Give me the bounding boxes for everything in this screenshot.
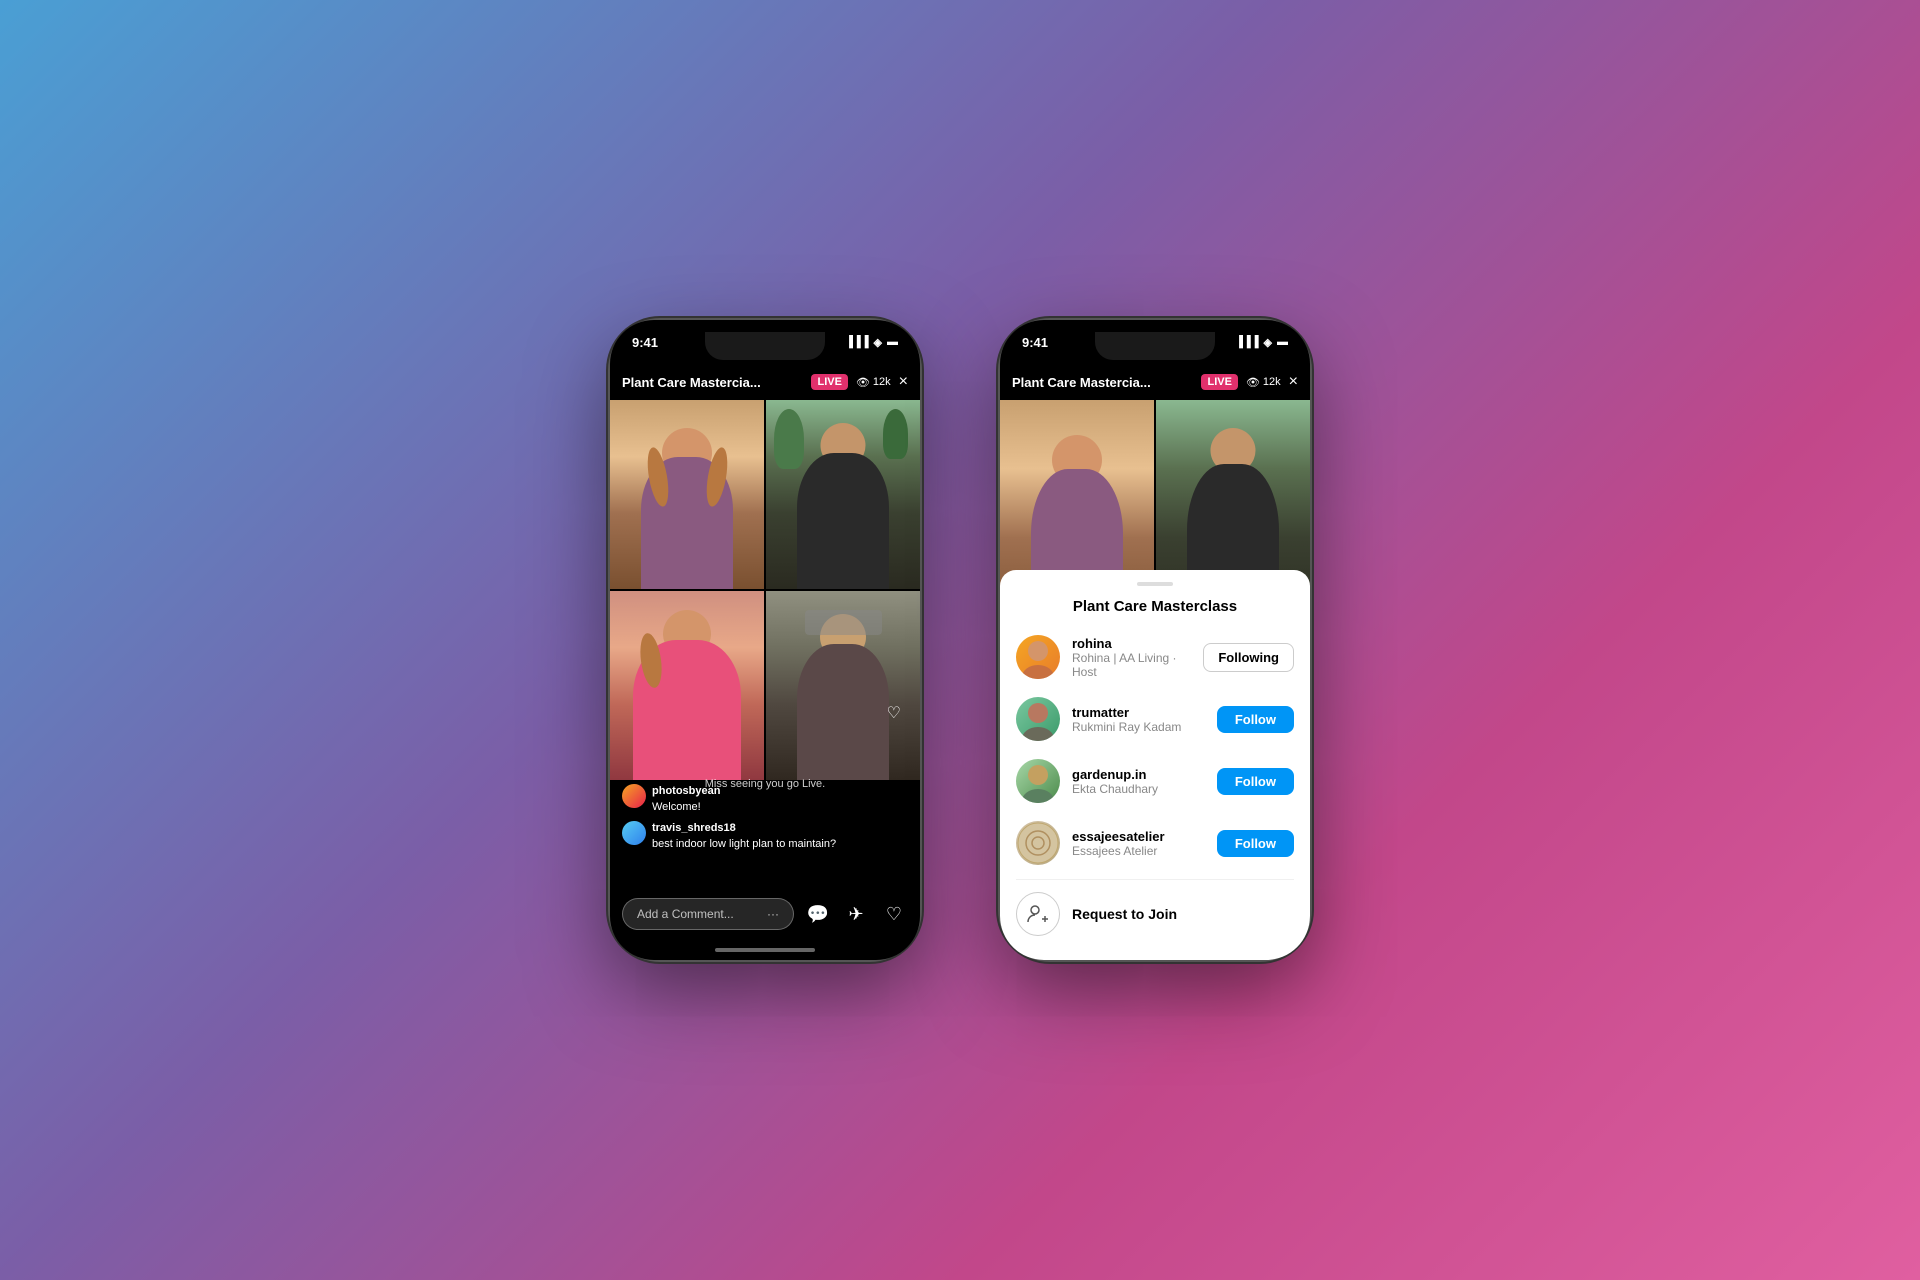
- live-badge-1: LIVE: [811, 374, 847, 390]
- participant-info-1: rohina Rohina | AA Living · Host: [1072, 636, 1191, 679]
- close-button-2[interactable]: ×: [1289, 373, 1298, 391]
- home-indicator-1: [715, 948, 815, 952]
- comment-message-2: best indoor low light plan to maintain?: [652, 838, 836, 850]
- follow-button-2[interactable]: Follow: [1217, 706, 1294, 733]
- status-icons-2: ▐▐▐ ◈ ▬: [1235, 336, 1288, 349]
- signal-icon: ▐▐▐: [845, 336, 868, 348]
- question-bubble-icon[interactable]: 💬: [804, 904, 832, 925]
- dots-icon: ···: [767, 907, 779, 921]
- participant-name-1: rohina: [1072, 636, 1191, 651]
- sheet-title: Plant Care Masterclass: [1000, 598, 1310, 615]
- participant-name-2: trumatter: [1072, 705, 1205, 720]
- participant-avatar-4: [1016, 821, 1060, 865]
- send-icon[interactable]: ✈: [842, 904, 870, 925]
- video-cell-2: [766, 400, 920, 589]
- participant-name-4: essajeesatelier: [1072, 829, 1205, 844]
- video-cell-1: [610, 400, 764, 589]
- close-button-1[interactable]: ×: [899, 373, 908, 391]
- follow-button-3[interactable]: Follow: [1217, 768, 1294, 795]
- participant-info-4: essajeesatelier Essajees Atelier: [1072, 829, 1205, 858]
- participant-row-3: gardenup.in Ekta Chaudhary Follow: [1016, 751, 1294, 811]
- battery-icon: ▬: [887, 336, 898, 348]
- comment-avatar-2: [622, 821, 646, 845]
- battery-icon-2: ▬: [1277, 336, 1288, 348]
- phone-1: 9:41 ▐▐▐ ◈ ▬ Plant Care Mastercia... LIV…: [610, 320, 920, 960]
- participant-row-1: rohina Rohina | AA Living · Host Followi…: [1016, 627, 1294, 687]
- participant-sub-2: Rukmini Ray Kadam: [1072, 720, 1205, 734]
- live-header-1: Plant Care Mastercia... LIVE 👁 12k ×: [610, 364, 920, 400]
- comment-item-2: travis_shreds18 best indoor low light pl…: [622, 821, 908, 852]
- wifi-icon-2: ◈: [1264, 336, 1272, 349]
- status-time-2: 9:41: [1022, 335, 1048, 350]
- bottom-bar-1: Add a Comment... ··· 💬 ✈ ♡: [622, 898, 908, 930]
- comment-input[interactable]: Add a Comment... ···: [622, 898, 794, 930]
- participant-name-3: gardenup.in: [1072, 767, 1205, 782]
- status-bar-2: 9:41 ▐▐▐ ◈ ▬: [1000, 320, 1310, 364]
- video-grid-1: ♡: [610, 400, 920, 780]
- eye-icon-2: 👁: [1246, 376, 1260, 389]
- eye-icon: 👁: [856, 376, 870, 389]
- wifi-icon: ◈: [874, 336, 882, 349]
- live-header-2: Plant Care Mastercia... LIVE 👁 12k ×: [1000, 364, 1310, 400]
- participant-avatar-3: [1016, 759, 1060, 803]
- comment-avatar-1: [622, 784, 646, 808]
- comment-floating-msg: Miss seeing you go Live.: [705, 778, 825, 790]
- request-to-join-row[interactable]: Request to Join: [1016, 879, 1294, 948]
- phone-2: 9:41 ▐▐▐ ◈ ▬ Plant Care Mastercia... LIV…: [1000, 320, 1310, 960]
- live-views-1: 👁 12k: [856, 376, 891, 389]
- signal-icon-2: ▐▐▐: [1235, 336, 1258, 348]
- heart-icon[interactable]: ♡: [880, 904, 908, 925]
- sheet-handle: [1137, 582, 1173, 586]
- comment-message-1: Welcome!: [652, 801, 701, 813]
- live-badge-2: LIVE: [1201, 374, 1237, 390]
- phone-1-screen: 9:41 ▐▐▐ ◈ ▬ Plant Care Mastercia... LIV…: [610, 320, 920, 960]
- participant-sub-1: Rohina | AA Living · Host: [1072, 651, 1191, 679]
- request-join-icon: [1016, 892, 1060, 936]
- phone-2-screen: 9:41 ▐▐▐ ◈ ▬ Plant Care Mastercia... LIV…: [1000, 320, 1310, 960]
- following-button[interactable]: Following: [1203, 643, 1294, 672]
- status-icons-1: ▐▐▐ ◈ ▬: [845, 336, 898, 349]
- participant-sub-3: Ekta Chaudhary: [1072, 782, 1205, 796]
- live-title-2: Plant Care Mastercia...: [1012, 375, 1193, 390]
- live-views-2: 👁 12k: [1246, 376, 1281, 389]
- participant-info-3: gardenup.in Ekta Chaudhary: [1072, 767, 1205, 796]
- participant-row-4: essajeesatelier Essajees Atelier Follow: [1016, 813, 1294, 873]
- comment-username-2: travis_shreds18: [652, 822, 736, 834]
- participant-sub-4: Essajees Atelier: [1072, 844, 1205, 858]
- participant-row-2: trumatter Rukmini Ray Kadam Follow: [1016, 689, 1294, 749]
- status-bar-1: 9:41 ▐▐▐ ◈ ▬: [610, 320, 920, 364]
- request-to-join-label[interactable]: Request to Join: [1072, 906, 1177, 922]
- participant-avatar-2: [1016, 697, 1060, 741]
- comments-area: Miss seeing you go Live. photosbyean Wel…: [610, 740, 920, 860]
- comment-input-label: Add a Comment...: [637, 907, 734, 921]
- participant-list: rohina Rohina | AA Living · Host Followi…: [1000, 627, 1310, 948]
- participants-sheet: Plant Care Masterclass rohina Rohina | A…: [1000, 570, 1310, 960]
- participant-info-2: trumatter Rukmini Ray Kadam: [1072, 705, 1205, 734]
- status-time-1: 9:41: [632, 335, 658, 350]
- follow-button-4[interactable]: Follow: [1217, 830, 1294, 857]
- comment-text-2: travis_shreds18 best indoor low light pl…: [652, 821, 836, 852]
- live-title-1: Plant Care Mastercia...: [622, 375, 803, 390]
- participant-avatar-1: [1016, 635, 1060, 679]
